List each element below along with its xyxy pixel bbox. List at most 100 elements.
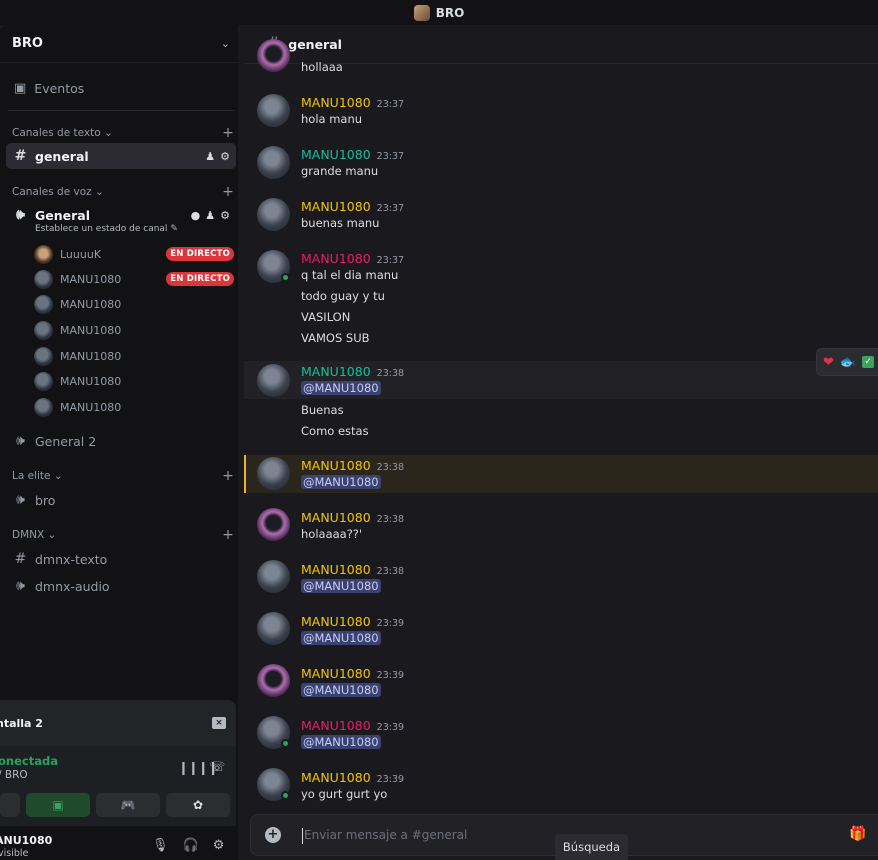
category-voice-channels[interactable]: Canales de voz ⌄ + [12,184,234,200]
disconnect-icon[interactable]: ☏ [209,760,225,775]
message-author[interactable]: MANU1080 23:38 [301,562,404,577]
message-author[interactable]: MANU1080 23:39 [301,666,404,681]
chat-bubble-icon[interactable]: ● [191,209,201,222]
message-author[interactable]: MANU1080 23:39 [301,614,404,629]
message-author[interactable]: MANU1080 23:37 [301,251,404,266]
message-author[interactable]: MANU1080 23:39 [301,718,404,733]
category-text-channels[interactable]: Canales de texto ⌄ + [12,125,234,141]
avatar[interactable] [257,457,290,490]
add-channel-icon[interactable]: + [222,125,234,141]
voice-user[interactable]: LuuuuK EN DIRECTO [34,243,234,265]
camera-button[interactable] [0,793,20,817]
voice-user[interactable]: MANU1080 [34,345,234,367]
chevron-down-icon[interactable]: ⌄ [221,37,230,50]
message-mention[interactable]: @MANU1080 [301,381,381,395]
channel-dmnx-audio[interactable]: 🕪 dmnx-audio [6,573,236,599]
avatar[interactable] [257,39,290,72]
message[interactable]: MANU1080 23:38 @MANU1080 [244,455,878,493]
share-screen-button[interactable]: ▣ [26,793,90,817]
channel-status-prompt[interactable]: Establece un estado de canal ✎ [35,224,178,234]
message-author[interactable]: MANU1080 23:38 [301,364,404,379]
message[interactable]: MANU1080 23:39 @MANU1080 [244,607,878,657]
screen-share-icon: ▣ [52,798,64,812]
shrimp-icon[interactable]: 🐟 [840,355,856,370]
title-bar: BRO [0,0,878,25]
avatar[interactable] [257,716,290,749]
channel-bro[interactable]: 🕪 bro [6,487,236,513]
activities-button[interactable]: 🎮 [96,793,160,817]
avatar[interactable] [257,146,290,179]
category-la-elite[interactable]: La elite ⌄ + [12,468,234,484]
message[interactable]: hollaaa [244,39,878,81]
gear-icon[interactable]: ⚙ [220,209,230,222]
message[interactable]: MANU1080 23:38 @MANU1080 [244,555,878,605]
microphone-icon[interactable]: 🎙 [152,838,169,853]
message-author[interactable]: MANU1080 23:38 [301,510,404,525]
events-item[interactable]: ▣ Eventos [6,75,236,101]
gear-icon[interactable]: ⚙ [213,838,225,853]
speaker-icon: 🕪 [16,207,25,223]
voice-user[interactable]: MANU1080 [34,370,234,392]
channel-dmnx-texto[interactable]: # dmnx-texto [6,546,236,572]
message-text: hola manu [301,112,363,126]
message-author[interactable]: MANU1080 23:39 [301,770,404,785]
close-stream-icon[interactable]: × [212,717,226,729]
avatar[interactable] [257,94,290,127]
message-text: q tal el dia manu [301,268,399,282]
username[interactable]: ANU1080 [0,834,52,847]
message-mention[interactable]: @MANU1080 [301,475,381,489]
message-mention[interactable]: @MANU1080 [301,735,381,749]
voice-user[interactable]: MANU1080 [34,396,234,418]
message-mention[interactable]: @MANU1080 [301,683,381,697]
avatar[interactable] [257,664,290,697]
heart-icon[interactable]: ❤ [823,355,834,370]
message-author[interactable]: MANU1080 23:38 [301,458,404,473]
invite-icon[interactable]: ♟ [205,209,215,222]
message[interactable]: MANU1080 23:38 holaaaa??' [244,503,878,553]
message-author[interactable]: MANU1080 23:37 [301,147,404,162]
invite-icon[interactable]: ♟ [205,150,215,163]
message-mention[interactable]: @MANU1080 [301,579,381,593]
message[interactable]: MANU1080 23:39 @MANU1080 [244,659,878,709]
avatar[interactable] [257,250,290,283]
voice-user[interactable]: MANU1080 [34,319,234,341]
check-icon[interactable]: ✓ [862,356,875,368]
headphones-icon[interactable]: 🎧 [183,838,199,853]
avatar[interactable] [257,560,290,593]
stream-preview-header[interactable]: ntalla 2 × [0,700,236,746]
category-dmnx[interactable]: DMNX ⌄ + [12,527,234,543]
voice-user[interactable]: MANU1080 EN DIRECTO [34,268,234,290]
avatar[interactable] [257,198,290,231]
avatar[interactable] [257,508,290,541]
message[interactable]: MANU1080 23:37 buenas manu [244,191,878,241]
message[interactable]: MANU1080 23:37 hola manu [244,87,878,137]
avatar[interactable] [257,364,290,397]
message[interactable]: MANU1080 23:39 @MANU1080 [244,711,878,761]
message-text: buenas manu [301,216,380,230]
user-panel: ANU1080 visible 🎙 🎧 ⚙ [0,826,236,860]
add-channel-icon[interactable]: + [222,468,234,484]
server-avatar [413,4,430,21]
avatar[interactable] [257,768,290,801]
channel-general-2[interactable]: 🕪 General 2 [6,428,236,454]
server-header[interactable]: BRO ⌄ [0,25,238,63]
add-channel-icon[interactable]: + [222,184,234,200]
add-channel-icon[interactable]: + [222,527,234,543]
message[interactable]: MANU1080 23:37 q tal el dia manu todo gua… [244,243,878,349]
message-author[interactable]: MANU1080 23:37 [301,199,404,214]
message[interactable]: MANU1080 23:38 @MANU1080 Buenas Como esta… [244,361,878,447]
channel-general-text[interactable]: # general ♟ ⚙ [6,143,236,169]
gear-icon[interactable]: ⚙ [220,150,230,163]
soundboard-button[interactable]: ✿ [166,793,230,817]
voice-location[interactable]: / BRO [0,769,28,781]
add-attachment-icon[interactable]: + [265,827,281,843]
voice-user[interactable]: MANU1080 [34,293,234,315]
message-input[interactable]: Enviar mensaje a #general [304,828,467,842]
avatar[interactable] [257,612,290,645]
message[interactable]: MANU1080 23:37 grande manu [244,139,878,189]
gift-icon[interactable]: 🎁 [849,826,866,842]
message-author[interactable]: MANU1080 23:37 [301,95,404,110]
message-mention[interactable]: @MANU1080 [301,631,381,645]
message[interactable]: MANU1080 23:39 yo gurt gurt yo [244,763,878,813]
message-text: VAMOS SUB [301,331,370,345]
